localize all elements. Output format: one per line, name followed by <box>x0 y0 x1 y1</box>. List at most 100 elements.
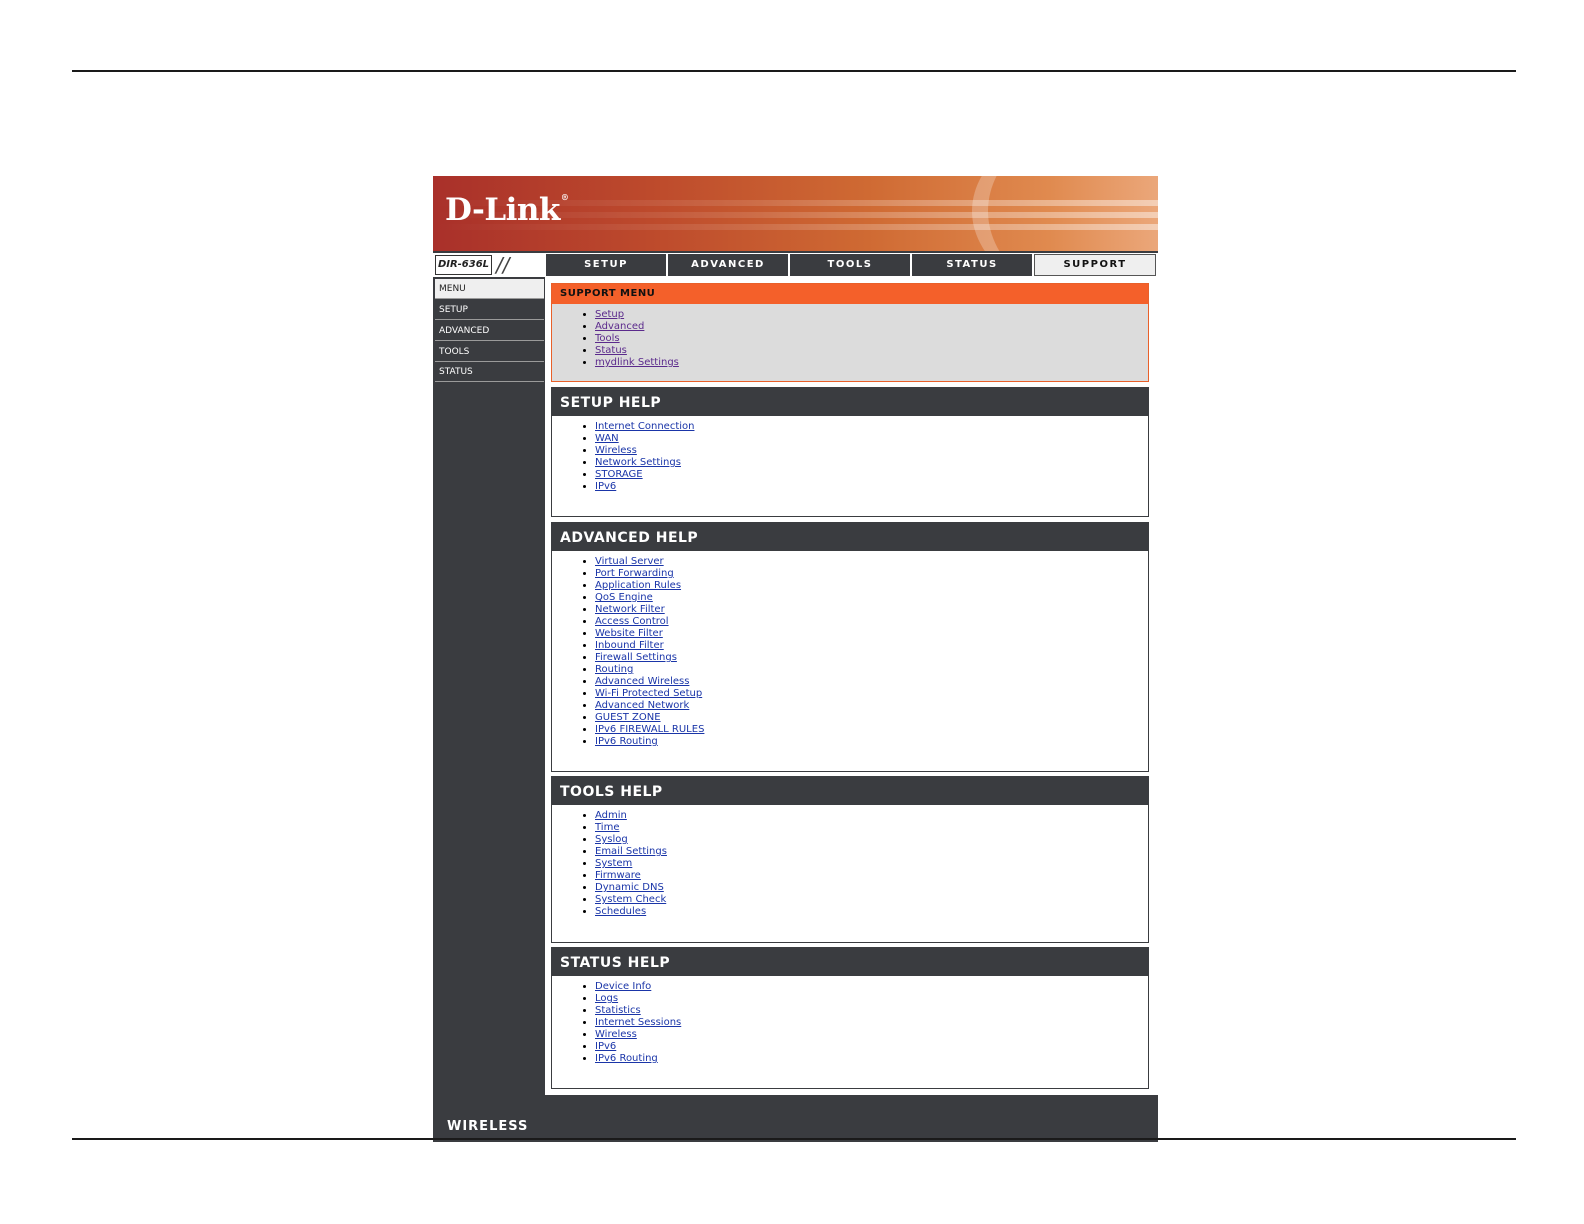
help-link[interactable]: Schedules <box>595 906 646 917</box>
help-link[interactable]: IPv6 <box>595 1041 616 1052</box>
sidebar-item-tools[interactable]: TOOLS <box>435 342 544 362</box>
list-item: Syslog <box>595 834 1148 846</box>
list-item: Application Rules <box>595 580 1148 592</box>
tools-help-panel: TOOLS HELP AdminTimeSyslogEmail Settings… <box>551 776 1149 943</box>
list-item: Time <box>595 822 1148 834</box>
tab-status[interactable]: STATUS <box>912 254 1032 276</box>
router-ui-frame: D-Link® DIR-636L // SETUP ADVANCED TOOLS… <box>433 176 1158 1142</box>
help-link[interactable]: Internet Connection <box>595 421 694 432</box>
list-item: Tools <box>595 333 1148 345</box>
help-link[interactable]: Inbound Filter <box>595 640 664 651</box>
help-link[interactable]: System Check <box>595 894 666 905</box>
list-item: IPv6 <box>595 1041 1148 1053</box>
tab-advanced[interactable]: ADVANCED <box>668 254 788 276</box>
support-menu-title: SUPPORT MENU <box>552 284 1148 304</box>
help-link[interactable]: Port Forwarding <box>595 568 674 579</box>
help-link[interactable]: Advanced <box>595 321 644 332</box>
help-link[interactable]: Access Control <box>595 616 669 627</box>
help-link[interactable]: Tools <box>595 333 620 344</box>
list-item: IPv6 Routing <box>595 736 1148 748</box>
list-item: mydlink Settings <box>595 357 1148 369</box>
help-link[interactable]: Logs <box>595 993 618 1004</box>
help-link[interactable]: Setup <box>595 309 624 320</box>
help-link[interactable]: Statistics <box>595 1005 641 1016</box>
status-help-links: Device InfoLogsStatisticsInternet Sessio… <box>552 976 1148 1065</box>
dlink-logo: D-Link® <box>445 192 569 228</box>
help-link[interactable]: Advanced Wireless <box>595 676 689 687</box>
help-link[interactable]: Wireless <box>595 1029 637 1040</box>
help-link[interactable]: Firmware <box>595 870 641 881</box>
list-item: Routing <box>595 664 1148 676</box>
help-link[interactable]: IPv6 Routing <box>595 1053 658 1064</box>
help-link[interactable]: QoS Engine <box>595 592 653 603</box>
page-rule-bottom <box>72 1138 1516 1140</box>
help-link[interactable]: Device Info <box>595 981 651 992</box>
model-badge: DIR-636L // <box>434 254 545 276</box>
list-item: Schedules <box>595 906 1148 918</box>
list-item: Email Settings <box>595 846 1148 858</box>
advanced-help-title: ADVANCED HELP <box>552 523 1148 551</box>
help-link[interactable]: Dynamic DNS <box>595 882 664 893</box>
top-nav: DIR-636L // SETUP ADVANCED TOOLS STATUS … <box>433 253 1158 277</box>
model-name: DIR-636L <box>435 255 492 275</box>
help-link[interactable]: Syslog <box>595 834 628 845</box>
tools-help-title: TOOLS HELP <box>552 777 1148 805</box>
sidebar-item-status[interactable]: STATUS <box>435 362 544 382</box>
help-link[interactable]: Email Settings <box>595 846 667 857</box>
help-link[interactable]: IPv6 FIREWALL RULES <box>595 724 704 735</box>
help-link[interactable]: Wi-Fi Protected Setup <box>595 688 702 699</box>
list-item: Port Forwarding <box>595 568 1148 580</box>
help-link[interactable]: Firewall Settings <box>595 652 677 663</box>
page-rule-top <box>72 70 1516 72</box>
help-link[interactable]: IPv6 <box>595 481 616 492</box>
list-item: System Check <box>595 894 1148 906</box>
list-item: Network Filter <box>595 604 1148 616</box>
help-link[interactable]: Routing <box>595 664 633 675</box>
list-item: IPv6 Routing <box>595 1053 1148 1065</box>
list-item: IPv6 <box>595 481 1148 493</box>
list-item: Internet Connection <box>595 421 1148 433</box>
status-help-panel: STATUS HELP Device InfoLogsStatisticsInt… <box>551 947 1149 1089</box>
sidebar-item-advanced[interactable]: ADVANCED <box>435 321 544 341</box>
help-link[interactable]: mydlink Settings <box>595 357 679 368</box>
list-item: Setup <box>595 309 1148 321</box>
support-menu-panel: SUPPORT MENU SetupAdvancedToolsStatusmyd… <box>551 283 1149 382</box>
banner-swoosh <box>972 176 1158 251</box>
help-link[interactable]: WAN <box>595 433 619 444</box>
tab-support[interactable]: SUPPORT <box>1034 254 1156 276</box>
advanced-help-panel: ADVANCED HELP Virtual ServerPort Forward… <box>551 522 1149 772</box>
list-item: GUEST ZONE <box>595 712 1148 724</box>
help-link[interactable]: Advanced Network <box>595 700 689 711</box>
help-link[interactable]: Admin <box>595 810 627 821</box>
help-link[interactable]: Status <box>595 345 627 356</box>
help-link[interactable]: IPv6 Routing <box>595 736 658 747</box>
list-item: Status <box>595 345 1148 357</box>
help-link[interactable]: Application Rules <box>595 580 681 591</box>
slash-divider-icon: // <box>496 253 510 277</box>
help-link[interactable]: GUEST ZONE <box>595 712 661 723</box>
list-item: Virtual Server <box>595 556 1148 568</box>
help-link[interactable]: Network Filter <box>595 604 665 615</box>
list-item: Firewall Settings <box>595 652 1148 664</box>
help-link[interactable]: STORAGE <box>595 469 643 480</box>
list-item: Wireless <box>595 445 1148 457</box>
header-banner: D-Link® <box>433 176 1158 251</box>
list-item: STORAGE <box>595 469 1148 481</box>
list-item: System <box>595 858 1148 870</box>
list-item: Firmware <box>595 870 1148 882</box>
help-link[interactable]: Virtual Server <box>595 556 664 567</box>
sidebar-item-setup[interactable]: SETUP <box>435 300 544 320</box>
main-content: SUPPORT MENU SetupAdvancedToolsStatusmyd… <box>545 277 1158 1095</box>
help-link[interactable]: System <box>595 858 632 869</box>
help-link[interactable]: Wireless <box>595 445 637 456</box>
tab-tools[interactable]: TOOLS <box>790 254 910 276</box>
help-link[interactable]: Website Filter <box>595 628 663 639</box>
list-item: Logs <box>595 993 1148 1005</box>
list-item: Internet Sessions <box>595 1017 1148 1029</box>
help-link[interactable]: Network Settings <box>595 457 681 468</box>
tab-setup[interactable]: SETUP <box>546 254 666 276</box>
help-link[interactable]: Time <box>595 822 619 833</box>
sidebar-item-menu[interactable]: MENU <box>435 279 544 299</box>
list-item: Wireless <box>595 1029 1148 1041</box>
help-link[interactable]: Internet Sessions <box>595 1017 681 1028</box>
